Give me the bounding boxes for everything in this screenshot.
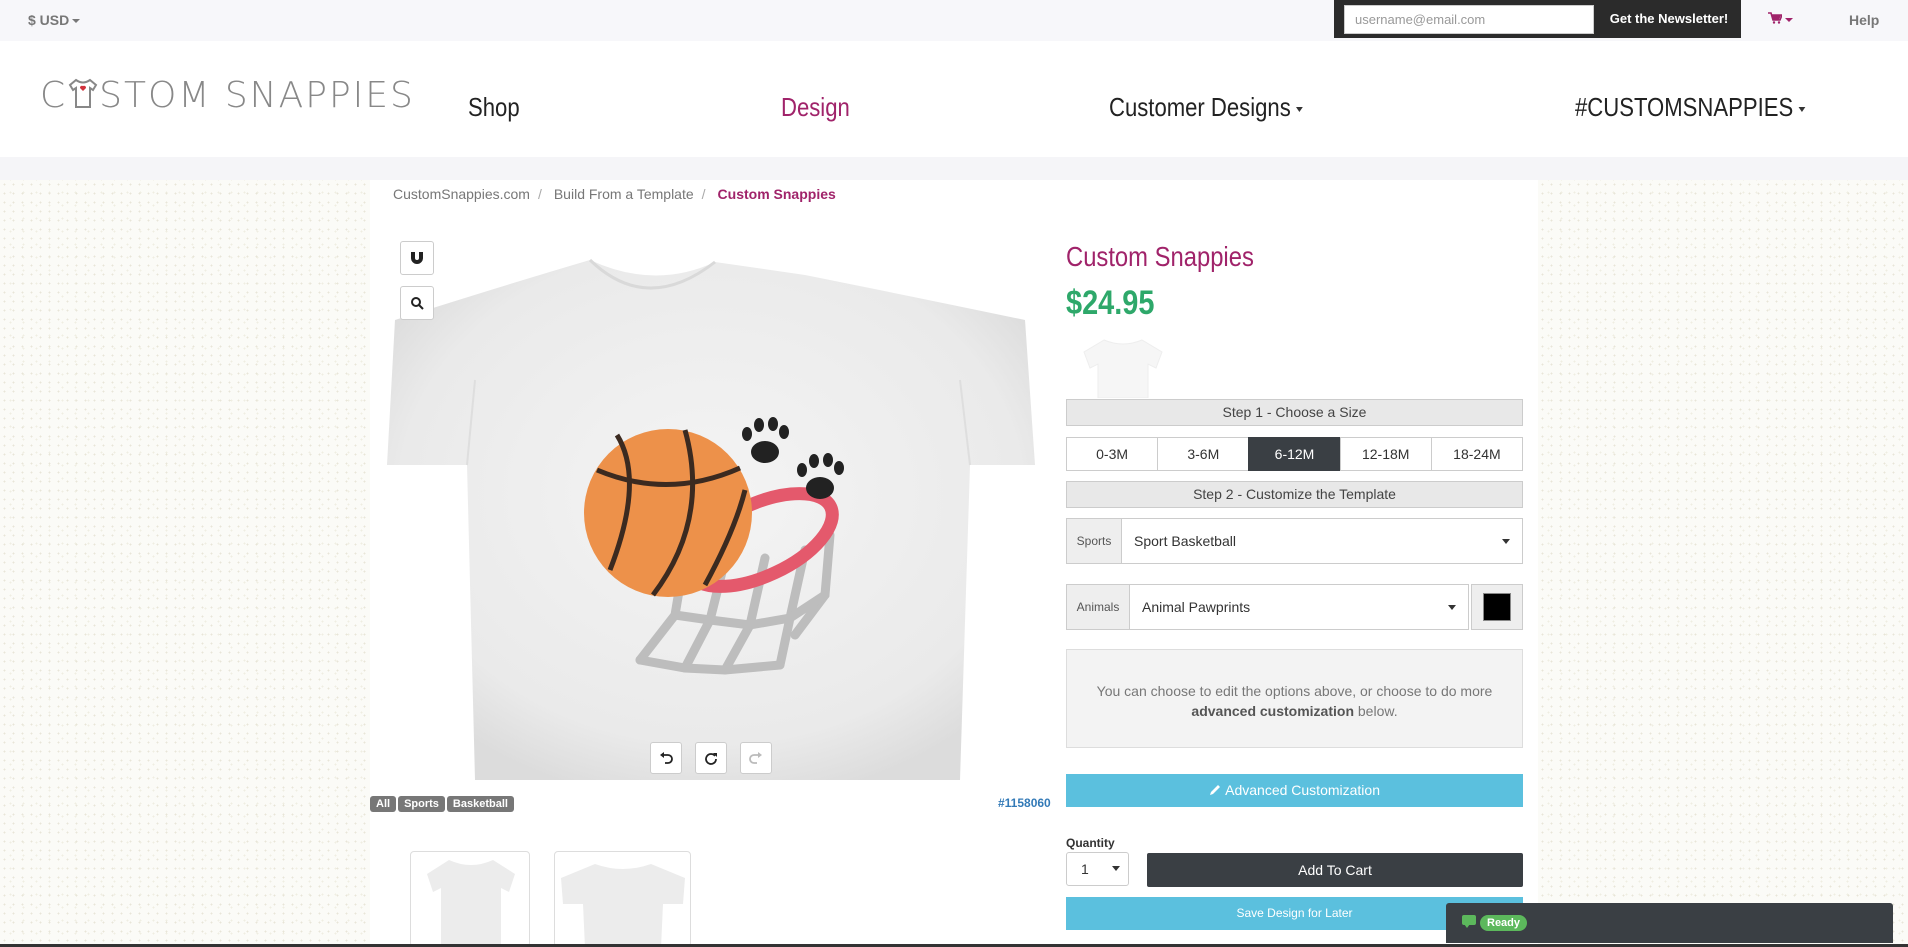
undo-icon — [660, 752, 673, 764]
add-to-cart-button[interactable]: Add To Cart — [1147, 853, 1523, 887]
quantity-label: Quantity — [1066, 836, 1115, 850]
chevron-down-icon — [1448, 605, 1456, 610]
top-utility-bar: $ USD Get the Newsletter! Help — [0, 0, 1908, 41]
sports-field: Sports Sport Basketball — [1066, 518, 1523, 564]
nav-shop[interactable]: Shop — [468, 92, 520, 123]
thumbnail-front[interactable] — [410, 851, 530, 947]
animals-color-picker[interactable] — [1471, 584, 1523, 630]
animals-select-value: Animal Pawprints — [1142, 599, 1251, 615]
redo-button[interactable] — [740, 742, 772, 774]
newsletter-form: Get the Newsletter! — [1334, 0, 1741, 38]
customization-info: You can choose to edit the options above… — [1066, 649, 1523, 748]
background-texture-right — [1538, 180, 1908, 947]
chat-widget[interactable]: Ready — [1446, 903, 1893, 943]
logo-text: C STOM SNAPPIES — [40, 75, 415, 116]
breadcrumb-separator: / — [537, 186, 542, 202]
size-option[interactable]: 0-3M — [1066, 437, 1159, 471]
product-price: $24.95 — [1066, 284, 1155, 322]
info-text: You can choose to edit the options above… — [1096, 683, 1493, 699]
onesie-logo-icon — [68, 78, 98, 108]
advanced-customization-label: Advanced Customization — [1225, 782, 1380, 798]
chat-status-badge: Ready — [1480, 915, 1528, 931]
help-link[interactable]: Help — [1849, 12, 1879, 28]
cart-dropdown[interactable] — [1768, 11, 1793, 27]
magnet-button[interactable] — [400, 241, 434, 275]
pencil-icon — [1210, 785, 1220, 795]
currency-dropdown[interactable]: $ USD — [28, 12, 81, 28]
newsletter-submit-button[interactable]: Get the Newsletter! — [1608, 0, 1730, 38]
magnet-icon — [411, 252, 423, 264]
breadcrumb-current: Custom Snappies — [717, 186, 836, 202]
thumbnail-back[interactable] — [554, 851, 691, 947]
chevron-down-icon — [1112, 866, 1120, 871]
site-logo[interactable]: C STOM SNAPPIES — [40, 75, 415, 116]
breadcrumb-parent[interactable]: Build From a Template — [554, 186, 694, 202]
tag[interactable]: Sports — [398, 796, 445, 812]
step1-header: Step 1 - Choose a Size — [1066, 399, 1523, 426]
sports-select-value: Sport Basketball — [1134, 533, 1236, 549]
advanced-customization-button[interactable]: Advanced Customization — [1066, 774, 1523, 807]
nav-customsnappies[interactable]: #CUSTOMSNAPPIES — [1575, 92, 1806, 123]
breadcrumb-separator: / — [701, 186, 706, 202]
sports-select[interactable]: Sport Basketball — [1121, 518, 1523, 564]
cart-icon — [1768, 12, 1784, 24]
size-selector: 0-3M 3-6M 6-12M 12-18M 18-24M — [1066, 437, 1524, 471]
main-header: C STOM SNAPPIES Shop Design Customer Desi… — [0, 41, 1908, 157]
animals-select[interactable]: Animal Pawprints — [1129, 584, 1469, 630]
product-title: Custom Snappies — [1066, 241, 1254, 272]
design-tags: All Sports Basketball — [370, 794, 516, 812]
info-bold-text: advanced customization — [1191, 703, 1354, 719]
chevron-down-icon — [1502, 539, 1510, 544]
nav-customer-designs-label: Customer Designs — [1109, 92, 1291, 122]
color-swatch — [1483, 593, 1511, 621]
nav-customer-designs[interactable]: Customer Designs — [1109, 92, 1303, 123]
zoom-button[interactable] — [400, 286, 434, 320]
chat-bubble-icon — [1462, 915, 1476, 928]
step2-header: Step 2 - Customize the Template — [1066, 481, 1523, 508]
nav-customsnappies-label: #CUSTOMSNAPPIES — [1575, 92, 1794, 122]
info-text: below. — [1357, 703, 1398, 719]
size-option[interactable]: 18-24M — [1430, 437, 1524, 471]
reset-button[interactable] — [695, 742, 727, 774]
chevron-down-icon — [1798, 106, 1806, 112]
breadcrumb: CustomSnappies.com / Build From a Template… — [393, 186, 844, 202]
size-option-selected[interactable]: 6-12M — [1248, 437, 1341, 471]
quantity-select[interactable]: 1 — [1066, 852, 1129, 886]
chevron-down-icon — [72, 19, 81, 24]
currency-label: $ USD — [28, 12, 70, 28]
tag[interactable]: Basketball — [446, 796, 514, 812]
tag[interactable]: All — [370, 796, 397, 812]
breadcrumb-home[interactable]: CustomSnappies.com — [393, 186, 530, 202]
product-preview — [385, 240, 1040, 790]
nav-design[interactable]: Design — [781, 92, 850, 123]
animals-field: Animals Animal Pawprints — [1066, 584, 1523, 630]
chevron-down-icon — [1295, 106, 1303, 112]
quantity-value: 1 — [1081, 861, 1089, 877]
undo-button[interactable] — [650, 742, 682, 774]
redo-icon — [749, 752, 762, 764]
header-divider — [0, 157, 1908, 180]
search-icon — [411, 297, 424, 310]
design-id[interactable]: #1158060 — [998, 796, 1051, 810]
size-option[interactable]: 3-6M — [1157, 437, 1250, 471]
sports-label: Sports — [1066, 518, 1122, 564]
onesie-preview-image[interactable] — [385, 240, 1040, 790]
refresh-icon — [705, 753, 717, 765]
background-texture-left — [0, 180, 370, 947]
chevron-down-icon — [1785, 18, 1793, 23]
onesie-thumbnail-image — [561, 864, 685, 946]
size-option[interactable]: 12-18M — [1339, 437, 1432, 471]
animals-label: Animals — [1066, 584, 1130, 630]
onesie-thumbnail-image — [427, 860, 515, 946]
newsletter-email-input[interactable] — [1344, 5, 1594, 34]
mini-onesie-icon — [1083, 339, 1163, 398]
